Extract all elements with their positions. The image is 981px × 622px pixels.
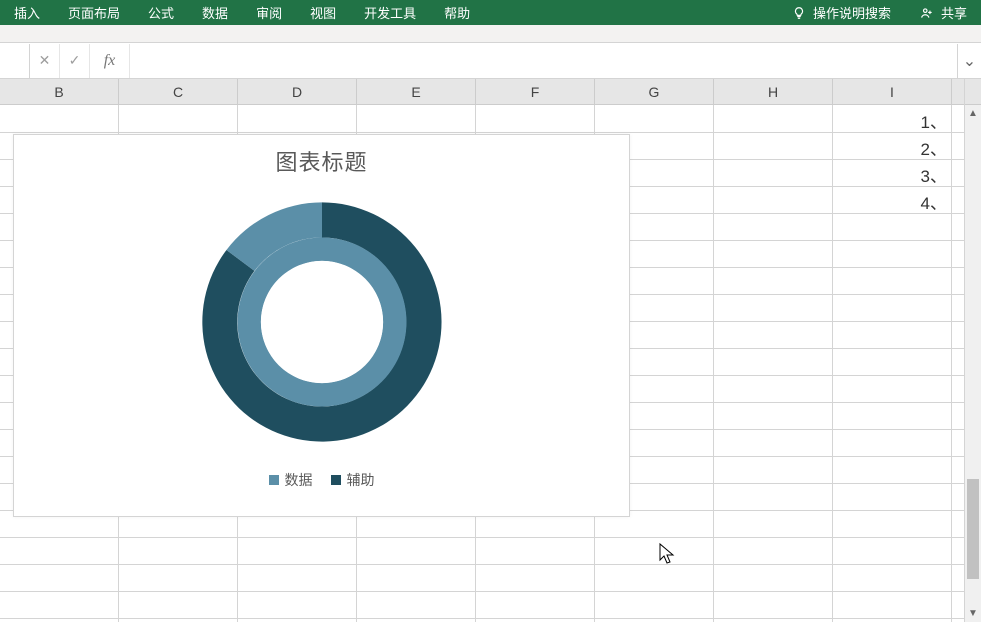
share-icon: [919, 5, 935, 21]
column-header-C[interactable]: C: [119, 79, 238, 104]
share-label: 共享: [941, 3, 967, 22]
doughnut-chart-svg: [192, 192, 452, 452]
column-header-B[interactable]: B: [0, 79, 119, 104]
cell-I-r1[interactable]: 1、: [832, 108, 951, 133]
column-headers: B C D E F G H I: [0, 79, 964, 105]
share-button[interactable]: 共享: [905, 3, 981, 22]
ribbon-tab-view[interactable]: 视图: [296, 0, 350, 25]
chart-plot-area[interactable]: [14, 192, 629, 452]
formula-input[interactable]: [130, 44, 957, 78]
vertical-scrollbar[interactable]: ▲ ▼: [964, 79, 981, 622]
column-header-D[interactable]: D: [238, 79, 357, 104]
tell-me-label: 操作说明搜索: [813, 3, 891, 22]
scroll-thumb[interactable]: [967, 479, 979, 579]
ribbon-tab-page-layout[interactable]: 页面布局: [54, 0, 134, 25]
formula-bar-expand[interactable]: ⌄: [957, 44, 981, 78]
doughnut-hole: [260, 261, 382, 383]
enter-button[interactable]: ✓: [60, 44, 90, 78]
ribbon-content-collapsed: [0, 25, 981, 43]
ribbon-tab-review[interactable]: 审阅: [242, 0, 296, 25]
ribbon-tab-help[interactable]: 帮助: [430, 0, 484, 25]
legend-swatch-aux: [331, 475, 341, 485]
column-header-I[interactable]: I: [833, 79, 952, 104]
legend-label-aux: 辅助: [347, 470, 375, 490]
ribbon-tabs: 插入 页面布局 公式 数据 审阅 视图 开发工具 帮助 操作说明搜索 共享: [0, 0, 981, 25]
ribbon-tab-developer[interactable]: 开发工具: [350, 0, 430, 25]
insert-function-button[interactable]: fx: [90, 44, 130, 78]
cell-I-r2[interactable]: 2、: [832, 135, 951, 160]
column-header-H[interactable]: H: [714, 79, 833, 104]
column-header-E[interactable]: E: [357, 79, 476, 104]
cell-I-r3[interactable]: 3、: [832, 162, 951, 187]
scroll-up-button[interactable]: ▲: [965, 105, 981, 122]
cancel-button[interactable]: ✕: [30, 44, 60, 78]
column-header-G[interactable]: G: [595, 79, 714, 104]
column-header-F[interactable]: F: [476, 79, 595, 104]
legend-label-data: 数据: [285, 470, 313, 490]
ribbon-tab-formulas[interactable]: 公式: [134, 0, 188, 25]
chart-title[interactable]: 图表标题: [14, 145, 629, 177]
chart-legend[interactable]: 数据 辅助: [14, 470, 629, 490]
scroll-down-button[interactable]: ▼: [965, 605, 981, 622]
tell-me-search[interactable]: 操作说明搜索: [777, 0, 905, 25]
legend-item-data[interactable]: 数据: [269, 470, 313, 490]
legend-item-aux[interactable]: 辅助: [331, 470, 375, 490]
chart-object[interactable]: 图表标题 数据 辅助: [13, 134, 630, 517]
cell-I-r4[interactable]: 4、: [832, 189, 951, 214]
formula-bar: ✕ ✓ fx ⌄: [0, 43, 981, 79]
name-box[interactable]: [0, 44, 30, 78]
ribbon-tab-insert[interactable]: 插入: [0, 0, 54, 25]
ribbon-tab-data[interactable]: 数据: [188, 0, 242, 25]
legend-swatch-data: [269, 475, 279, 485]
lightbulb-icon: [791, 5, 807, 21]
